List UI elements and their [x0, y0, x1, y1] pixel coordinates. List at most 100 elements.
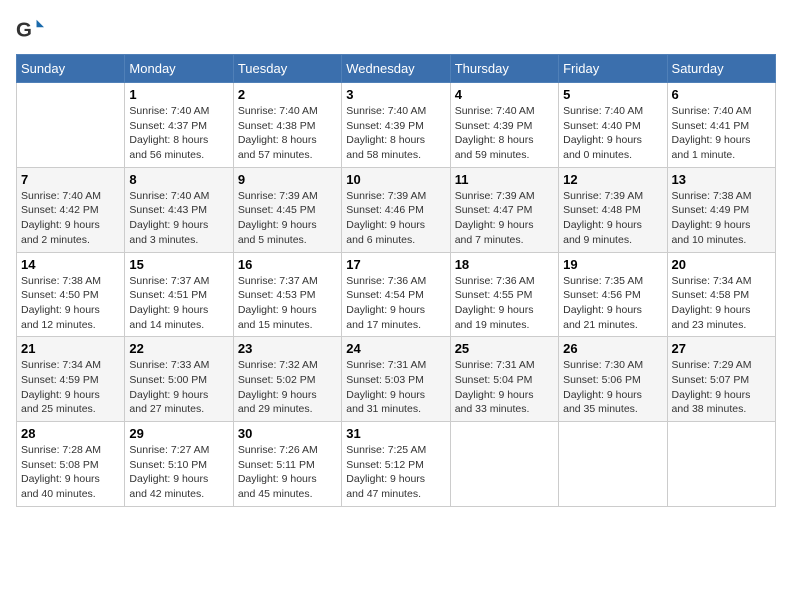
- day-info: Sunrise: 7:40 AMSunset: 4:41 PMDaylight:…: [672, 104, 771, 163]
- calendar-cell: 5 Sunrise: 7:40 AMSunset: 4:40 PMDaylight…: [559, 83, 667, 168]
- calendar-cell: 1Sunrise: 7:40 AMSunset: 4:37 PMDaylight…: [125, 83, 233, 168]
- day-info: Sunrise: 7:40 AMSunset: 4:40 PMDaylight:…: [563, 104, 662, 163]
- day-info: Sunrise: 7:38 AMSunset: 4:49 PMDaylight:…: [672, 189, 771, 248]
- day-number: 24: [346, 341, 445, 356]
- day-number: 11: [455, 172, 554, 187]
- day-info: Sunrise: 7:37 AMSunset: 4:53 PMDaylight:…: [238, 274, 337, 333]
- calendar-cell: [17, 83, 125, 168]
- calendar-header: SundayMondayTuesdayWednesdayThursdayFrid…: [17, 55, 776, 83]
- day-info: Sunrise: 7:40 AMSunset: 4:37 PMDaylight:…: [129, 104, 228, 163]
- day-number: 30: [238, 426, 337, 441]
- calendar-cell: 4Sunrise: 7:40 AMSunset: 4:39 PMDaylight…: [450, 83, 558, 168]
- calendar-cell: 3 Sunrise: 7:40 AMSunset: 4:39 PMDaylight…: [342, 83, 450, 168]
- weekday-header-monday: Monday: [125, 55, 233, 83]
- calendar-cell: 31 Sunrise: 7:25 AMSunset: 5:12 PMDayligh…: [342, 422, 450, 507]
- day-number: 10: [346, 172, 445, 187]
- day-info: Sunrise: 7:40 AMSunset: 4:43 PMDaylight:…: [129, 189, 228, 248]
- day-info: Sunrise: 7:33 AMSunset: 5:00 PMDaylight:…: [129, 358, 228, 417]
- day-info: Sunrise: 7:30 AMSunset: 5:06 PMDaylight:…: [563, 358, 662, 417]
- calendar-week-2: 7 Sunrise: 7:40 AMSunset: 4:42 PMDaylight…: [17, 167, 776, 252]
- calendar-week-1: 1Sunrise: 7:40 AMSunset: 4:37 PMDaylight…: [17, 83, 776, 168]
- day-number: 7: [21, 172, 120, 187]
- day-number: 6: [672, 87, 771, 102]
- day-info: Sunrise: 7:36 AMSunset: 4:54 PMDaylight:…: [346, 274, 445, 333]
- calendar-cell: 7 Sunrise: 7:40 AMSunset: 4:42 PMDaylight…: [17, 167, 125, 252]
- day-info: Sunrise: 7:39 AMSunset: 4:47 PMDaylight:…: [455, 189, 554, 248]
- day-info: Sunrise: 7:28 AMSunset: 5:08 PMDaylight:…: [21, 443, 120, 502]
- calendar-cell: 16 Sunrise: 7:37 AMSunset: 4:53 PMDayligh…: [233, 252, 341, 337]
- calendar-body: 1Sunrise: 7:40 AMSunset: 4:37 PMDaylight…: [17, 83, 776, 507]
- calendar-cell: 19 Sunrise: 7:35 AMSunset: 4:56 PMDayligh…: [559, 252, 667, 337]
- calendar-cell: 28 Sunrise: 7:28 AMSunset: 5:08 PMDayligh…: [17, 422, 125, 507]
- calendar-week-5: 28 Sunrise: 7:28 AMSunset: 5:08 PMDayligh…: [17, 422, 776, 507]
- day-number: 2: [238, 87, 337, 102]
- weekday-header-friday: Friday: [559, 55, 667, 83]
- calendar-cell: 29 Sunrise: 7:27 AMSunset: 5:10 PMDayligh…: [125, 422, 233, 507]
- day-info: Sunrise: 7:40 AMSunset: 4:39 PMDaylight:…: [455, 104, 554, 163]
- day-number: 29: [129, 426, 228, 441]
- calendar-cell: 13 Sunrise: 7:38 AMSunset: 4:49 PMDayligh…: [667, 167, 775, 252]
- day-info: Sunrise: 7:31 AMSunset: 5:04 PMDaylight:…: [455, 358, 554, 417]
- calendar-cell: 18 Sunrise: 7:36 AMSunset: 4:55 PMDayligh…: [450, 252, 558, 337]
- day-info: Sunrise: 7:35 AMSunset: 4:56 PMDaylight:…: [563, 274, 662, 333]
- calendar-cell: 14 Sunrise: 7:38 AMSunset: 4:50 PMDayligh…: [17, 252, 125, 337]
- weekday-header-row: SundayMondayTuesdayWednesdayThursdayFrid…: [17, 55, 776, 83]
- weekday-header-tuesday: Tuesday: [233, 55, 341, 83]
- day-info: Sunrise: 7:34 AMSunset: 4:59 PMDaylight:…: [21, 358, 120, 417]
- calendar-cell: 21 Sunrise: 7:34 AMSunset: 4:59 PMDayligh…: [17, 337, 125, 422]
- day-info: Sunrise: 7:39 AMSunset: 4:46 PMDaylight:…: [346, 189, 445, 248]
- day-info: Sunrise: 7:37 AMSunset: 4:51 PMDaylight:…: [129, 274, 228, 333]
- page-header: G: [16, 16, 776, 44]
- calendar-cell: 24Sunrise: 7:31 AMSunset: 5:03 PMDayligh…: [342, 337, 450, 422]
- day-number: 31: [346, 426, 445, 441]
- day-number: 26: [563, 341, 662, 356]
- day-number: 28: [21, 426, 120, 441]
- day-number: 23: [238, 341, 337, 356]
- logo-icon: G: [16, 16, 44, 44]
- calendar-cell: 20Sunrise: 7:34 AMSunset: 4:58 PMDayligh…: [667, 252, 775, 337]
- day-info: Sunrise: 7:27 AMSunset: 5:10 PMDaylight:…: [129, 443, 228, 502]
- weekday-header-saturday: Saturday: [667, 55, 775, 83]
- calendar-cell: [450, 422, 558, 507]
- calendar-cell: 9Sunrise: 7:39 AMSunset: 4:45 PMDaylight…: [233, 167, 341, 252]
- day-number: 16: [238, 257, 337, 272]
- day-number: 13: [672, 172, 771, 187]
- calendar-cell: 22 Sunrise: 7:33 AMSunset: 5:00 PMDayligh…: [125, 337, 233, 422]
- day-number: 14: [21, 257, 120, 272]
- day-number: 8: [129, 172, 228, 187]
- day-info: Sunrise: 7:39 AMSunset: 4:48 PMDaylight:…: [563, 189, 662, 248]
- calendar-cell: 11 Sunrise: 7:39 AMSunset: 4:47 PMDayligh…: [450, 167, 558, 252]
- calendar-cell: 27Sunrise: 7:29 AMSunset: 5:07 PMDayligh…: [667, 337, 775, 422]
- day-info: Sunrise: 7:34 AMSunset: 4:58 PMDaylight:…: [672, 274, 771, 333]
- day-info: Sunrise: 7:36 AMSunset: 4:55 PMDaylight:…: [455, 274, 554, 333]
- day-info: Sunrise: 7:40 AMSunset: 4:39 PMDaylight:…: [346, 104, 445, 163]
- day-number: 21: [21, 341, 120, 356]
- calendar-cell: 30 Sunrise: 7:26 AMSunset: 5:11 PMDayligh…: [233, 422, 341, 507]
- day-number: 22: [129, 341, 228, 356]
- calendar-cell: 2Sunrise: 7:40 AMSunset: 4:38 PMDaylight…: [233, 83, 341, 168]
- day-info: Sunrise: 7:40 AMSunset: 4:42 PMDaylight:…: [21, 189, 120, 248]
- svg-text:G: G: [16, 19, 32, 42]
- day-number: 25: [455, 341, 554, 356]
- day-info: Sunrise: 7:32 AMSunset: 5:02 PMDaylight:…: [238, 358, 337, 417]
- calendar-cell: 12 Sunrise: 7:39 AMSunset: 4:48 PMDayligh…: [559, 167, 667, 252]
- logo: G: [16, 16, 48, 44]
- day-info: Sunrise: 7:26 AMSunset: 5:11 PMDaylight:…: [238, 443, 337, 502]
- day-number: 12: [563, 172, 662, 187]
- calendar-cell: [559, 422, 667, 507]
- calendar-week-3: 14 Sunrise: 7:38 AMSunset: 4:50 PMDayligh…: [17, 252, 776, 337]
- day-number: 15: [129, 257, 228, 272]
- weekday-header-thursday: Thursday: [450, 55, 558, 83]
- calendar-cell: 26 Sunrise: 7:30 AMSunset: 5:06 PMDayligh…: [559, 337, 667, 422]
- day-number: 19: [563, 257, 662, 272]
- day-info: Sunrise: 7:25 AMSunset: 5:12 PMDaylight:…: [346, 443, 445, 502]
- calendar-cell: 6 Sunrise: 7:40 AMSunset: 4:41 PMDaylight…: [667, 83, 775, 168]
- day-info: Sunrise: 7:39 AMSunset: 4:45 PMDaylight:…: [238, 189, 337, 248]
- day-number: 3: [346, 87, 445, 102]
- day-info: Sunrise: 7:38 AMSunset: 4:50 PMDaylight:…: [21, 274, 120, 333]
- calendar-table: SundayMondayTuesdayWednesdayThursdayFrid…: [16, 54, 776, 507]
- weekday-header-wednesday: Wednesday: [342, 55, 450, 83]
- day-info: Sunrise: 7:29 AMSunset: 5:07 PMDaylight:…: [672, 358, 771, 417]
- day-number: 5: [563, 87, 662, 102]
- day-number: 18: [455, 257, 554, 272]
